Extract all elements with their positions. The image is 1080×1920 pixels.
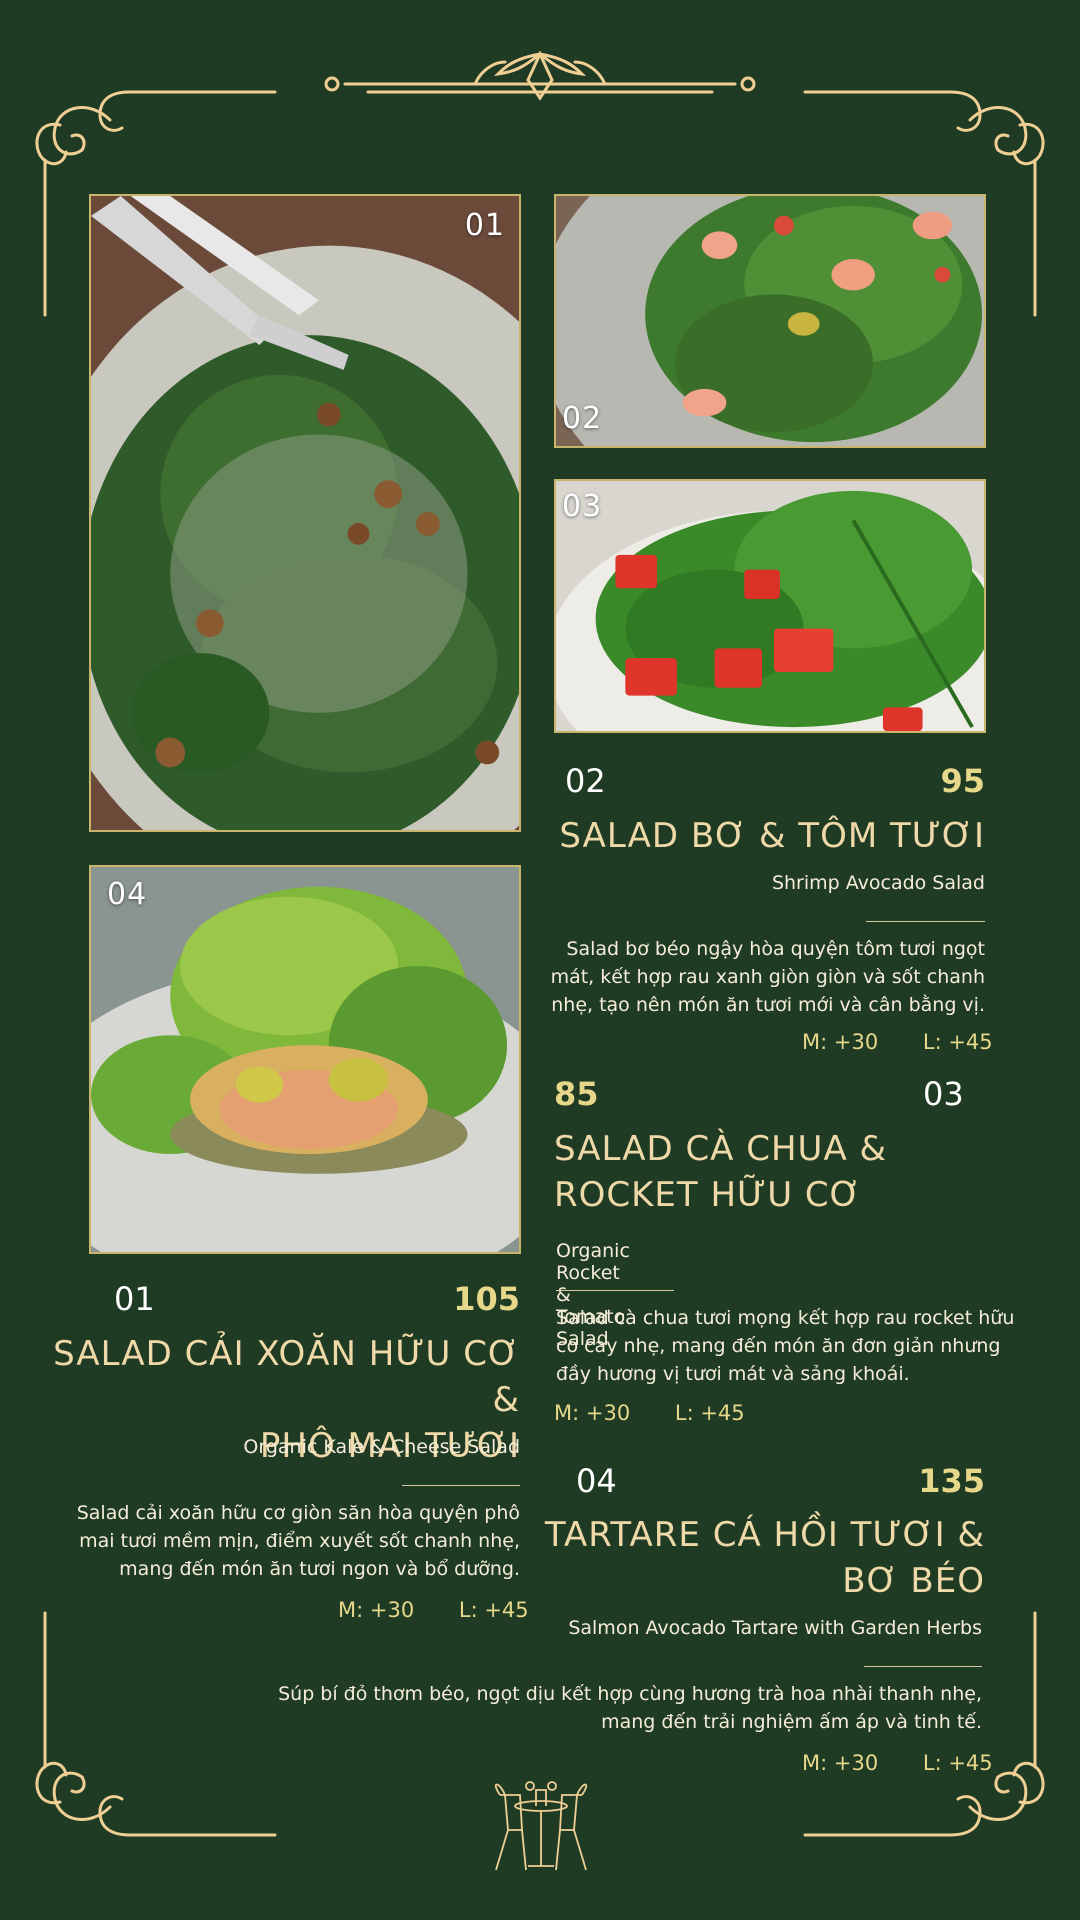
photo-shrimp-avocado-salad: 02 (554, 194, 986, 448)
item-title: SALAD CÀ CHUA & ROCKET HỮU CƠ (554, 1129, 888, 1215)
size-large: L: +45 (458, 1598, 529, 1622)
item-price: 105 (453, 1280, 520, 1318)
item-description: Súp bí đỏ thơm béo, ngọt dịu kết hợp cùn… (278, 1683, 982, 1733)
size-medium: M: +30 (802, 1030, 879, 1054)
photo-salmon-tartare: 04 (89, 865, 521, 1254)
photo-number: 04 (107, 877, 148, 912)
divider (864, 1666, 982, 1667)
item-description: Salad bơ béo ngậy hòa quyện tôm tươi ngọ… (550, 938, 985, 1016)
size-medium: M: +30 (338, 1598, 415, 1622)
divider (402, 1485, 520, 1486)
item-title: SALAD BƠ & TÔM TƯƠI (559, 816, 985, 856)
salmon-tartare-photo (91, 867, 519, 1252)
item-subtitle: Organic Kale & Cheese Salad (243, 1436, 520, 1458)
item-subtitle: Salmon Avocado Tartare with Garden Herbs (568, 1617, 982, 1639)
size-large: L: +45 (922, 1030, 993, 1054)
size-large: L: +45 (922, 1751, 993, 1775)
size-medium: M: +30 (554, 1401, 631, 1425)
photo-number: 01 (464, 208, 505, 243)
item-price: 95 (940, 762, 985, 800)
divider (556, 1290, 674, 1291)
item-index: 04 (576, 1462, 617, 1500)
item-description: Salad cà chua tươi mọng kết hợp rau rock… (556, 1307, 1015, 1385)
size-medium: M: +30 (802, 1751, 879, 1775)
item-price: 85 (554, 1075, 599, 1113)
photo-number: 03 (562, 489, 603, 524)
item-index: 02 (565, 762, 606, 800)
item-subtitle: Shrimp Avocado Salad (771, 872, 985, 894)
item-index: 01 (114, 1280, 155, 1318)
photo-kale-cheese-salad: 01 (89, 194, 521, 832)
item-sizes: M: +30 L: +45 (802, 1751, 993, 1775)
item-description: Salad cải xoăn hữu cơ giòn săn hòa quyện… (76, 1502, 520, 1580)
tomato-rocket-salad-photo (556, 481, 984, 731)
top-ornament-icon (324, 50, 756, 101)
cafe-table-chairs-icon (494, 1781, 588, 1871)
photo-tomato-rocket-salad: 03 (554, 479, 986, 733)
item-index: 03 (923, 1075, 964, 1113)
item-sizes: M: +30 L: +45 (554, 1401, 745, 1425)
shrimp-avocado-salad-photo (556, 196, 984, 446)
kale-cheese-salad-photo (91, 196, 519, 830)
item-sizes: M: +30 L: +45 (802, 1030, 993, 1054)
item-sizes: M: +30 L: +45 (338, 1598, 529, 1622)
photo-number: 02 (562, 401, 603, 436)
item-title: TARTARE CÁ HỒI TƯƠI & BƠ BÉO (544, 1515, 985, 1601)
divider (866, 921, 985, 922)
item-price: 135 (918, 1462, 985, 1500)
size-large: L: +45 (674, 1401, 745, 1425)
